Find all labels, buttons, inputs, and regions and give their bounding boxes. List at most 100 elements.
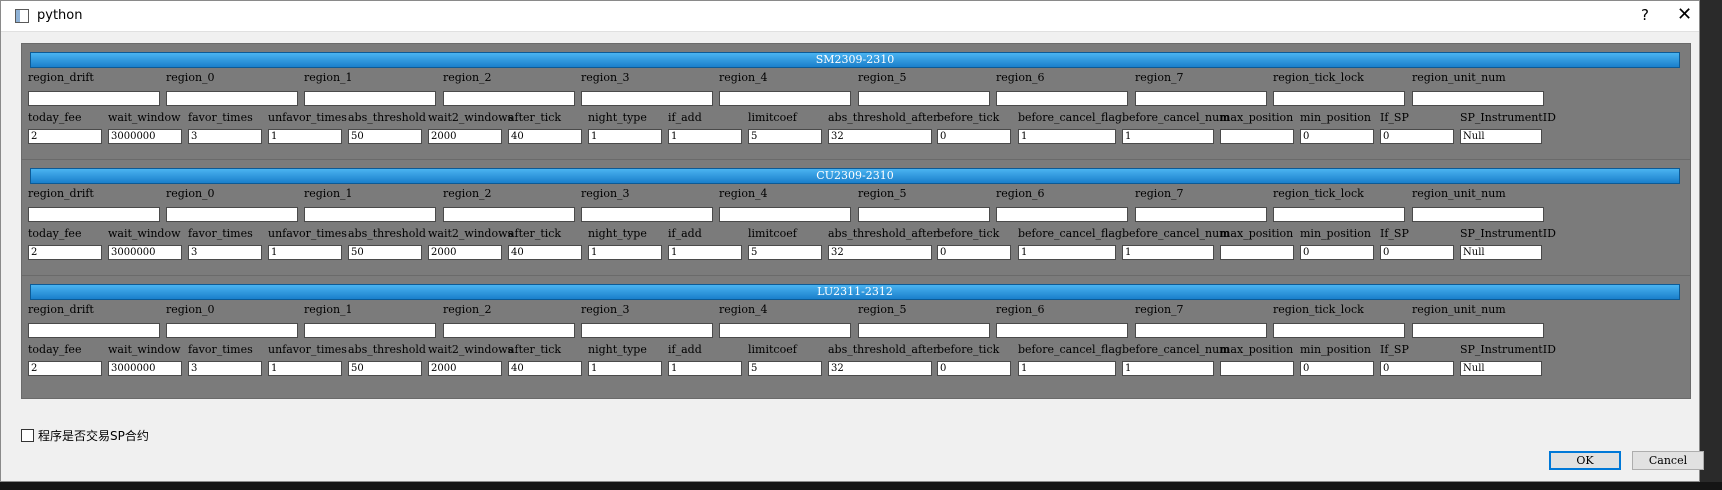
field-input-favor-times[interactable]: 3 — [188, 129, 262, 144]
field-input-unfavor-times[interactable]: 1 — [268, 361, 342, 376]
field-input-region-1[interactable] — [304, 323, 436, 338]
field-input-before-tick[interactable]: 0 — [937, 361, 1011, 376]
field-label-today-fee: today_fee — [28, 343, 82, 356]
field-input-region-1[interactable] — [304, 207, 436, 222]
field-input-region-2[interactable] — [443, 91, 575, 106]
field-label-wait2-windows: wait2_windows — [428, 227, 514, 240]
field-input-region-tick-lock[interactable] — [1273, 323, 1405, 338]
field-input-night-type[interactable]: 1 — [588, 245, 662, 260]
field-input-abs-threshold[interactable]: 50 — [348, 129, 422, 144]
field-input-sp-instrumentid[interactable]: Null — [1460, 361, 1542, 376]
field-input-min-position[interactable]: 0 — [1300, 245, 1374, 260]
field-input-region-4[interactable] — [719, 91, 851, 106]
field-input-today-fee[interactable]: 2 — [28, 361, 102, 376]
field-input-before-tick[interactable]: 0 — [937, 129, 1011, 144]
field-input-before-cancel-num[interactable]: 1 — [1122, 361, 1214, 376]
cancel-button[interactable]: Cancel — [1632, 451, 1704, 470]
field-input-region-6[interactable] — [996, 323, 1128, 338]
field-input-region-drift[interactable] — [28, 207, 160, 222]
field-input-region-3[interactable] — [581, 323, 713, 338]
field-input-region-0[interactable] — [166, 207, 298, 222]
field-input-abs-threshold-after[interactable]: 32 — [828, 129, 932, 144]
field-input-limitcoef[interactable]: 5 — [748, 129, 822, 144]
field-input-region-0[interactable] — [166, 91, 298, 106]
field-input-favor-times[interactable]: 3 — [188, 361, 262, 376]
field-input-after-tick[interactable]: 40 — [508, 361, 582, 376]
field-label-region-unit-num: region_unit_num — [1412, 71, 1506, 84]
field-input-region-0[interactable] — [166, 323, 298, 338]
field-input-if-sp[interactable]: 0 — [1380, 245, 1454, 260]
field-input-region-unit-num[interactable] — [1412, 323, 1544, 338]
field-input-before-cancel-flag[interactable]: 1 — [1018, 361, 1116, 376]
field-input-limitcoef[interactable]: 5 — [748, 245, 822, 260]
trade-sp-checkbox[interactable]: 程序是否交易SP合约 — [21, 427, 149, 444]
field-input-region-unit-num[interactable] — [1412, 91, 1544, 106]
field-input-region-7[interactable] — [1135, 91, 1267, 106]
field-input-after-tick[interactable]: 40 — [508, 129, 582, 144]
field-label-max-position: max_position — [1220, 343, 1294, 356]
field-input-region-7[interactable] — [1135, 323, 1267, 338]
field-input-after-tick[interactable]: 40 — [508, 245, 582, 260]
field-input-before-tick[interactable]: 0 — [937, 245, 1011, 260]
ok-button[interactable]: OK — [1549, 451, 1621, 470]
background-window-edge — [1700, 0, 1722, 490]
field-input-abs-threshold[interactable]: 50 — [348, 361, 422, 376]
field-label-min-position: min_position — [1300, 343, 1372, 356]
field-input-region-6[interactable] — [996, 207, 1128, 222]
field-input-before-cancel-flag[interactable]: 1 — [1018, 245, 1116, 260]
field-input-region-tick-lock[interactable] — [1273, 91, 1405, 106]
field-input-abs-threshold-after[interactable]: 32 — [828, 361, 932, 376]
field-input-sp-instrumentid[interactable]: Null — [1460, 245, 1542, 260]
field-input-region-6[interactable] — [996, 91, 1128, 106]
field-input-abs-threshold[interactable]: 50 — [348, 245, 422, 260]
field-input-wait-window[interactable]: 3000000 — [108, 129, 182, 144]
field-input-region-5[interactable] — [858, 207, 990, 222]
field-input-sp-instrumentid[interactable]: Null — [1460, 129, 1542, 144]
field-input-region-unit-num[interactable] — [1412, 207, 1544, 222]
field-input-max-position[interactable] — [1220, 129, 1294, 144]
field-input-region-5[interactable] — [858, 91, 990, 106]
field-input-min-position[interactable]: 0 — [1300, 129, 1374, 144]
field-input-region-2[interactable] — [443, 323, 575, 338]
field-input-wait2-windows[interactable]: 2000 — [428, 129, 502, 144]
field-input-night-type[interactable]: 1 — [588, 129, 662, 144]
field-input-region-4[interactable] — [719, 323, 851, 338]
field-input-region-drift[interactable] — [28, 323, 160, 338]
field-input-if-sp[interactable]: 0 — [1380, 129, 1454, 144]
field-input-region-3[interactable] — [581, 207, 713, 222]
field-input-if-add[interactable]: 1 — [668, 361, 742, 376]
field-input-favor-times[interactable]: 3 — [188, 245, 262, 260]
field-input-before-cancel-num[interactable]: 1 — [1122, 245, 1214, 260]
field-input-region-2[interactable] — [443, 207, 575, 222]
field-label-before-cancel-num: before_cancel_num — [1122, 111, 1230, 124]
field-input-wait2-windows[interactable]: 2000 — [428, 361, 502, 376]
help-button[interactable]: ? — [1641, 6, 1649, 24]
field-input-max-position[interactable] — [1220, 361, 1294, 376]
field-input-region-tick-lock[interactable] — [1273, 207, 1405, 222]
field-input-min-position[interactable]: 0 — [1300, 361, 1374, 376]
field-input-if-sp[interactable]: 0 — [1380, 361, 1454, 376]
field-input-abs-threshold-after[interactable]: 32 — [828, 245, 932, 260]
field-input-if-add[interactable]: 1 — [668, 245, 742, 260]
field-input-unfavor-times[interactable]: 1 — [268, 245, 342, 260]
close-button[interactable]: ✕ — [1677, 4, 1692, 25]
field-input-if-add[interactable]: 1 — [668, 129, 742, 144]
field-input-wait-window[interactable]: 3000000 — [108, 245, 182, 260]
field-input-wait2-windows[interactable]: 2000 — [428, 245, 502, 260]
field-input-region-4[interactable] — [719, 207, 851, 222]
field-input-night-type[interactable]: 1 — [588, 361, 662, 376]
field-input-max-position[interactable] — [1220, 245, 1294, 260]
field-input-region-1[interactable] — [304, 91, 436, 106]
field-input-region-3[interactable] — [581, 91, 713, 106]
field-input-today-fee[interactable]: 2 — [28, 129, 102, 144]
field-input-limitcoef[interactable]: 5 — [748, 361, 822, 376]
field-input-wait-window[interactable]: 3000000 — [108, 361, 182, 376]
field-input-before-cancel-flag[interactable]: 1 — [1018, 129, 1116, 144]
field-input-region-drift[interactable] — [28, 91, 160, 106]
field-input-region-5[interactable] — [858, 323, 990, 338]
field-input-today-fee[interactable]: 2 — [28, 245, 102, 260]
checkbox-box[interactable] — [21, 429, 34, 442]
field-input-unfavor-times[interactable]: 1 — [268, 129, 342, 144]
field-input-region-7[interactable] — [1135, 207, 1267, 222]
field-input-before-cancel-num[interactable]: 1 — [1122, 129, 1214, 144]
